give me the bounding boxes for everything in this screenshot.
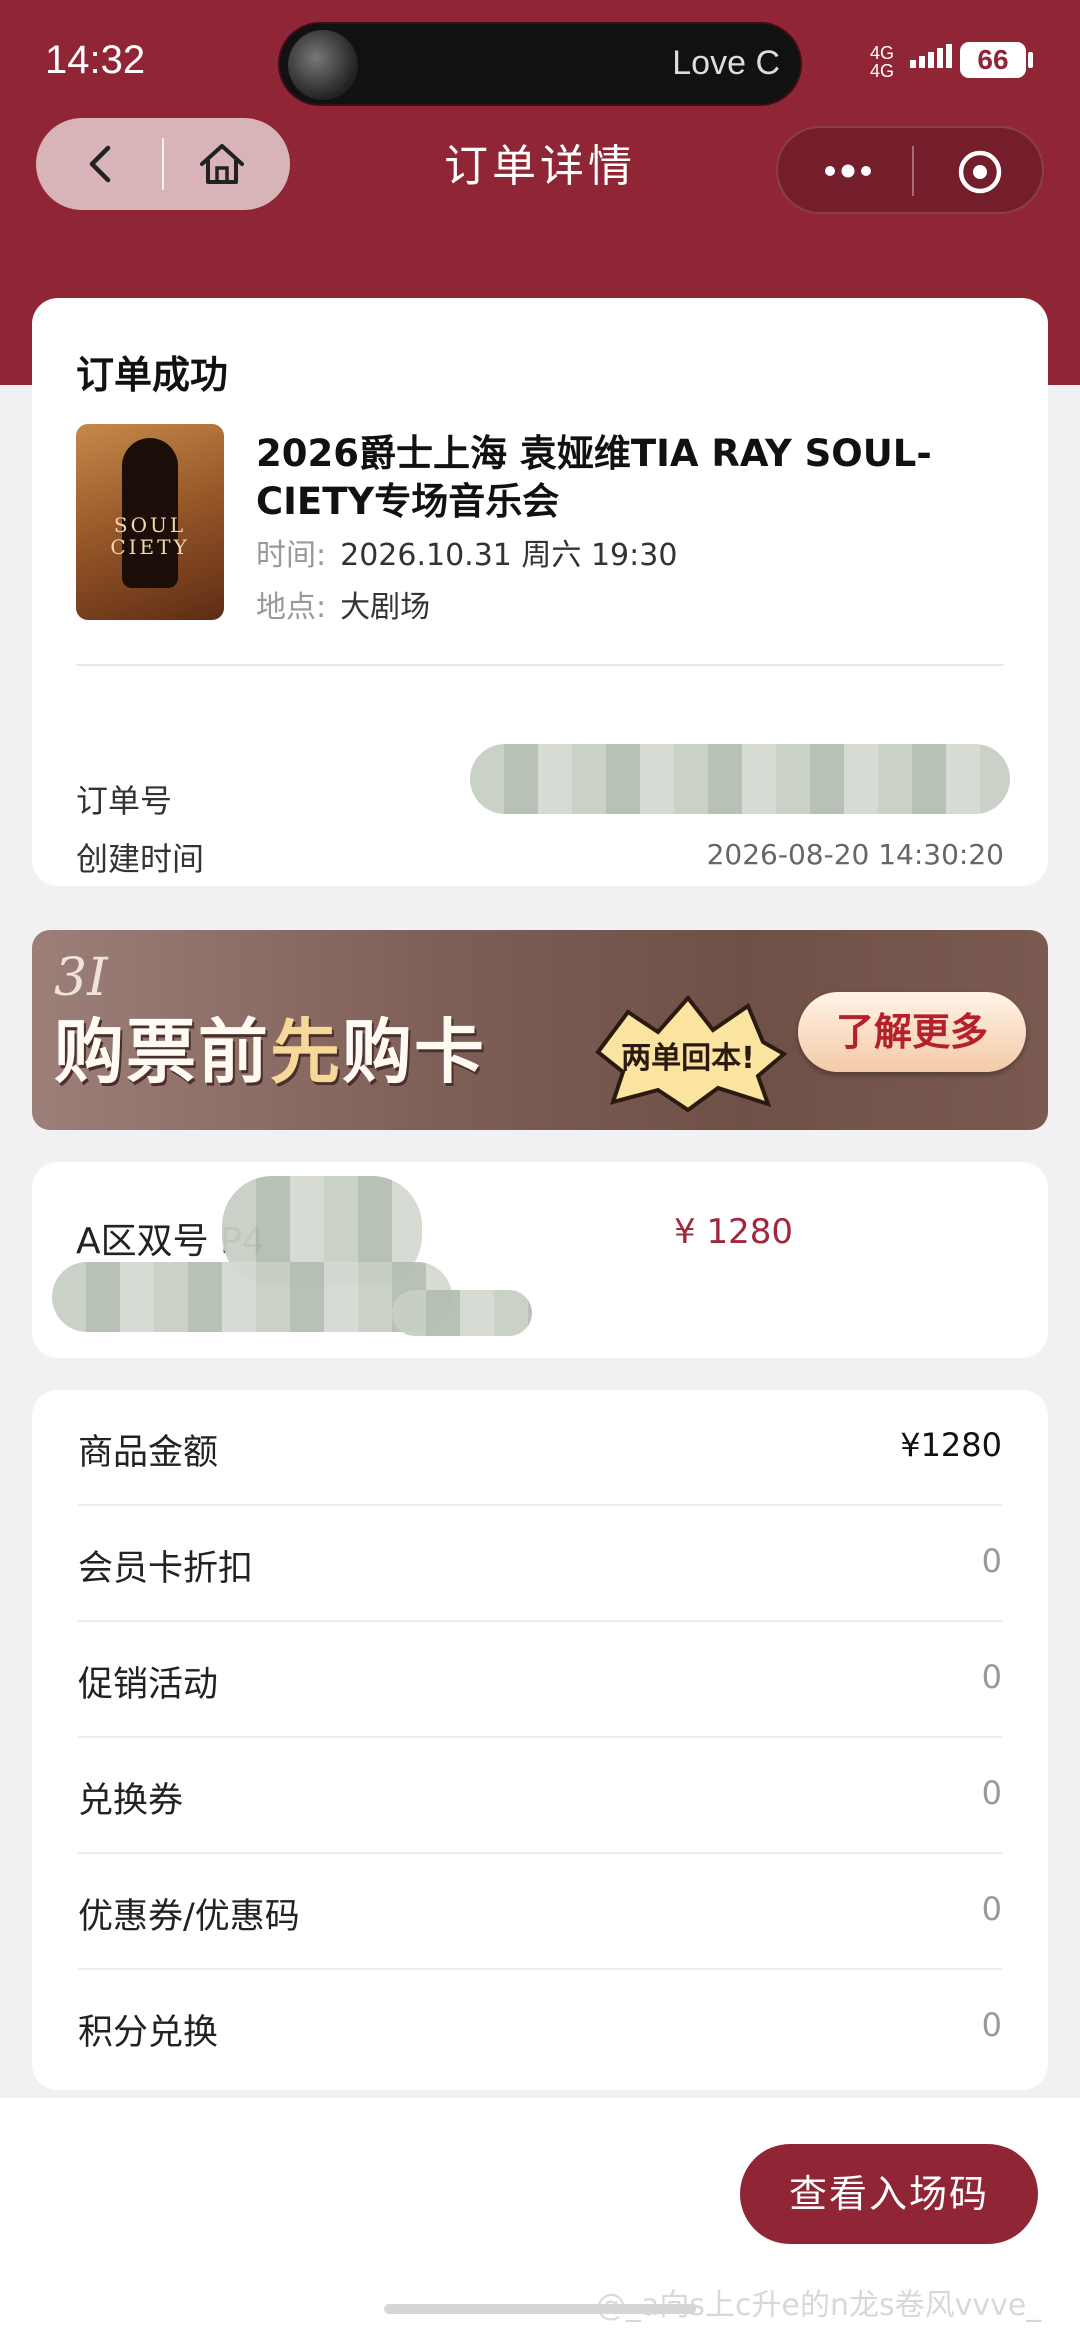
home-icon[interactable] (196, 138, 248, 190)
status-bar: 14:32 Love C 4G 4G 66 (0, 0, 1080, 120)
back-arrow-icon[interactable] (76, 138, 128, 190)
nav-left-capsule (36, 118, 290, 210)
signal-icon (910, 44, 955, 68)
price-row-coupon: 优惠券/优惠码 0 (78, 1854, 1002, 1970)
bottom-action-bar: 查看入场码 @_a向s上c升e的n龙s卷风vvve_ (0, 2096, 1080, 2331)
event-poster[interactable]: SOUL CIETY (76, 424, 224, 620)
seat-redacted (392, 1290, 532, 1336)
seat-redacted (52, 1262, 452, 1332)
seat-price: ¥ 1280 (674, 1212, 793, 1252)
battery-tip (1028, 52, 1033, 68)
order-number-redacted (470, 744, 1010, 814)
created-time-value: 2026-08-20 14:30:20 (706, 838, 1004, 871)
event-venue-value: 大剧场 (340, 590, 431, 625)
divider (76, 664, 1004, 666)
nav-divider (162, 138, 164, 190)
order-info-card: 订单成功 SOUL CIETY 2026爵士上海 袁娅维TIA RAY SOUL… (32, 298, 1048, 886)
dynamic-island[interactable]: Love C (278, 22, 802, 106)
price-row-member-discount: 会员卡折扣 0 (78, 1506, 1002, 1622)
status-time: 14:32 (45, 38, 146, 82)
network-type: 4G 4G (870, 43, 895, 81)
price-row-points: 积分兑换 0 (78, 2006, 1002, 2053)
ticket-seat-card: A区双号 P4 ¥ 1280 (32, 1162, 1048, 1358)
event-venue: 地点: 大剧场 (256, 590, 431, 625)
banner-headline: 购票前先购卡 (54, 1011, 486, 1093)
close-miniprogram-icon[interactable] (956, 148, 1004, 196)
album-art-icon (288, 30, 358, 100)
order-status: 订单成功 (76, 353, 229, 397)
nav-right-capsule (776, 126, 1044, 214)
svg-text:两单回本!: 两单回本! (621, 1041, 755, 1076)
event-time: 时间: 2026.10.31 周六 19:30 (256, 538, 678, 573)
page-title: 订单详情 (444, 141, 636, 192)
price-row-subtotal: 商品金额 ¥1280 (78, 1390, 1002, 1506)
now-playing-text: Love C (672, 44, 780, 82)
price-row-voucher: 兑换券 0 (78, 1738, 1002, 1854)
promo-banner[interactable]: 3I 购票前先购卡 两单回本! 了解更多 (32, 930, 1048, 1130)
created-time-label: 创建时间 (76, 840, 205, 878)
learn-more-button[interactable]: 了解更多 (798, 992, 1026, 1072)
battery-icon: 66 (960, 42, 1026, 78)
order-number-label: 订单号 (76, 782, 173, 820)
promo-sticker: 两单回本! (595, 994, 788, 1112)
watermark: @_a向s上c升e的n龙s卷风vvve_ (596, 2288, 1042, 2323)
price-row-promotion: 促销活动 0 (78, 1622, 1002, 1738)
poster-title: SOUL CIETY (110, 513, 190, 559)
home-indicator[interactable] (384, 2304, 696, 2314)
nav-divider (912, 146, 914, 196)
price-breakdown-card: 商品金额 ¥1280 会员卡折扣 0 促销活动 0 兑换券 0 优惠券/优惠码 … (32, 1390, 1048, 2090)
event-title: 2026爵士上海 袁娅维TIA RAY SOUL-CIETY专场音乐会 (256, 432, 932, 523)
view-entry-code-button[interactable]: 查看入场码 (740, 2144, 1038, 2244)
event-time-value: 2026.10.31 周六 19:30 (340, 538, 678, 573)
more-options-icon[interactable] (818, 146, 878, 196)
